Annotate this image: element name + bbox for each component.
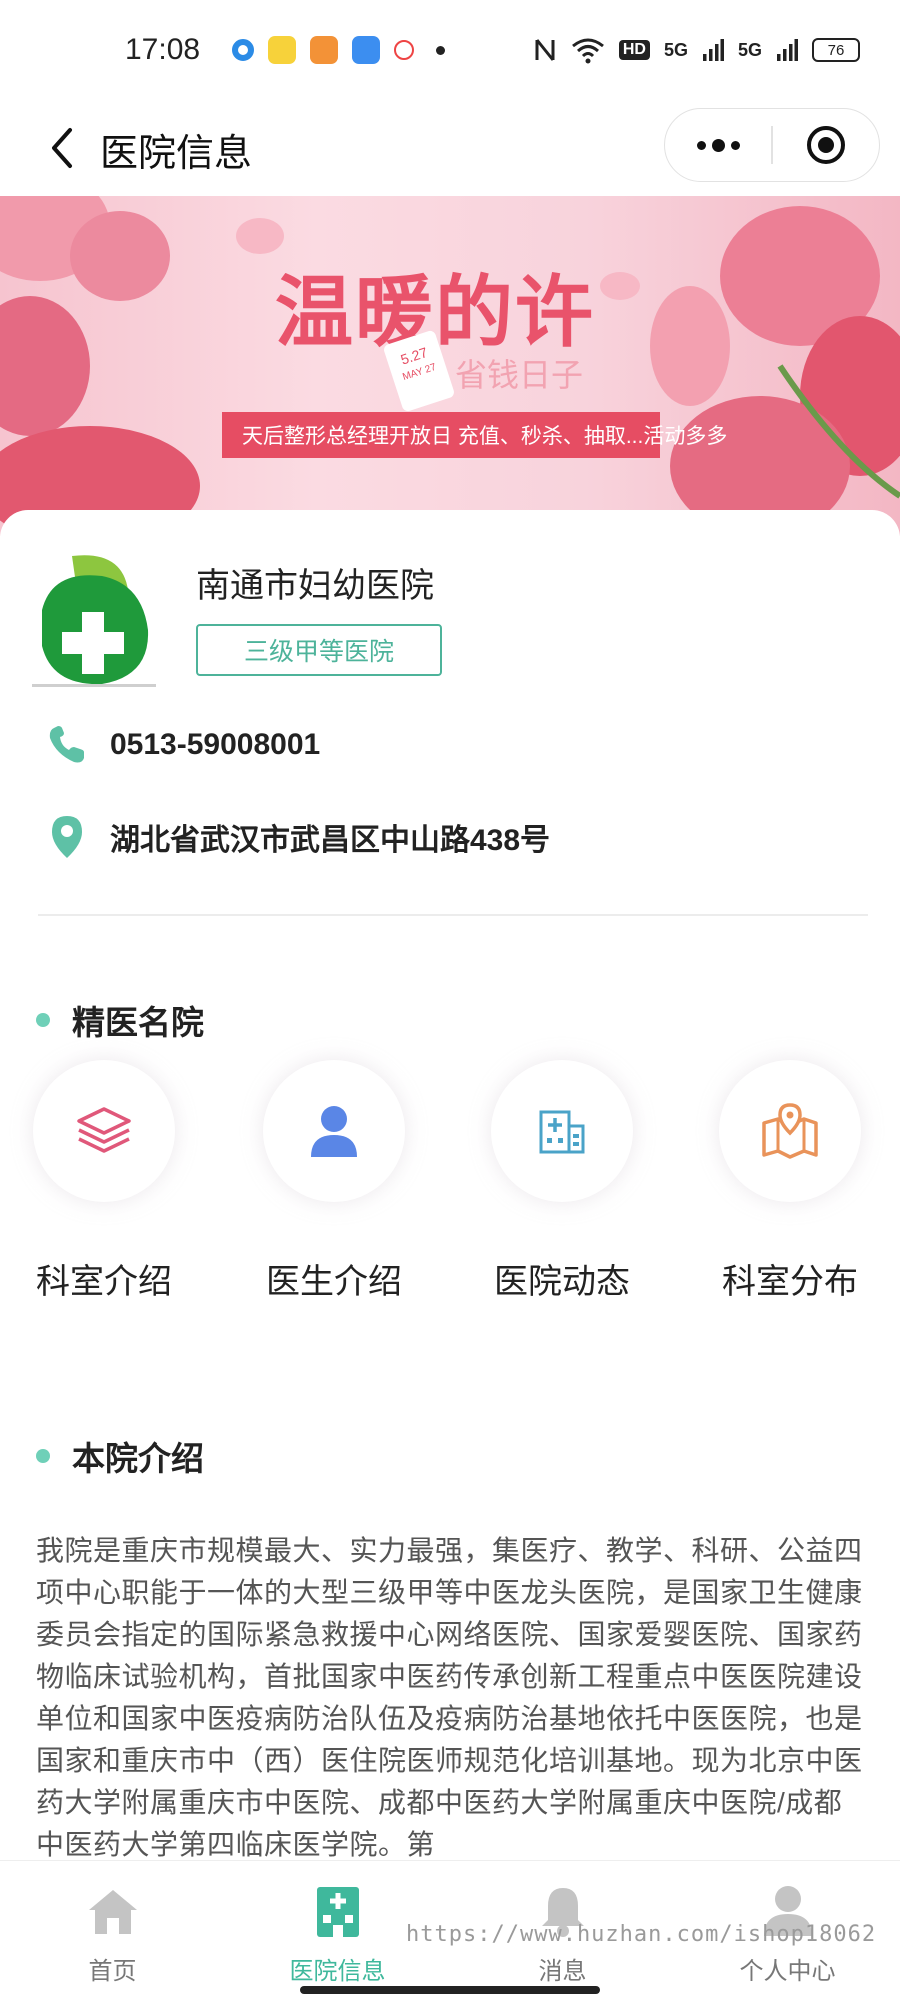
tab-home[interactable]: 首页 [0, 1861, 225, 2000]
back-button[interactable] [34, 120, 90, 176]
signal-5g-1: 5G [663, 39, 688, 60]
hospital-address: 湖北省武汉市武昌区中山路438号 [110, 824, 551, 857]
hospital-info-card: 南通市妇幼医院 三级甲等医院 0513-59008001 湖北省武汉市武昌区中山… [0, 510, 900, 1860]
watermark-text: https://www.huzhan.com/ishop18062 [406, 1922, 877, 1947]
tab-label: 消息 [538, 1958, 587, 1985]
feature-label: 医院动态 [494, 1263, 630, 1301]
battery-indicator: 76 [812, 38, 860, 62]
feature-department-intro[interactable]: 科室介绍 [14, 1060, 194, 1303]
chevron-left-icon [52, 128, 72, 168]
nfc-icon [535, 39, 555, 61]
target-circle-icon [806, 126, 845, 164]
map-pin-icon [762, 1103, 818, 1159]
banner-subline: 省钱日子 [455, 357, 584, 393]
mini-program-capsule [664, 108, 880, 182]
intro-section-header: 本院介绍 [36, 1432, 204, 1480]
navigation-bar: 医院信息 [0, 100, 900, 196]
signal-5g-2: 5G [737, 39, 762, 60]
location-pin-icon [42, 812, 92, 862]
banner-promo-strip: 天后整形总经理开放日 充值、秒杀、抽取...活动多多 [222, 412, 727, 458]
status-app-icons [232, 36, 415, 64]
feature-circle [719, 1060, 861, 1202]
feature-label: 科室分布 [722, 1263, 858, 1301]
tab-label: 个人中心 [739, 1958, 836, 1985]
feature-doctor-intro[interactable]: 医生介绍 [244, 1060, 424, 1303]
roses-decoration [0, 196, 900, 536]
info-divider [38, 914, 868, 916]
news-app-icon [268, 36, 297, 64]
hospital-intro-text: 我院是重庆市规模最大、实力最强，集医疗、教学、科研、公益四项中心职能于一体的大型… [36, 1535, 863, 1860]
more-button[interactable] [665, 109, 771, 181]
hospital-logo [32, 555, 156, 687]
address-row[interactable]: 湖北省武汉市武昌区中山路438号 [42, 812, 550, 862]
tab-label: 医院信息 [289, 1958, 386, 1985]
feature-circle [263, 1060, 405, 1202]
feature-hospital-news[interactable]: 医院动态 [472, 1060, 652, 1303]
layers-icon [77, 1107, 131, 1153]
more-dots-icon [696, 138, 740, 152]
feature-grid: 科室介绍 医生介绍 医院动态 科室分布 [0, 1060, 900, 1360]
blue-app-icon [352, 36, 381, 64]
promo-banner[interactable]: 温暖的许 省钱日子 5.27 MAY 27 天后整形总经理开放日 充值、秒杀、抽… [0, 196, 900, 536]
hd-badge: HD [618, 40, 650, 60]
hospital-building-icon [539, 1110, 585, 1154]
home-indicator[interactable] [300, 1986, 600, 1994]
person-icon [311, 1106, 357, 1157]
featured-section-title: 精医名院 [72, 1004, 204, 1041]
notification-dot [436, 45, 446, 55]
browser-app-icon [232, 39, 255, 61]
hospital-icon [308, 1881, 368, 1941]
feature-circle [491, 1060, 633, 1202]
phone-icon [42, 720, 92, 770]
feature-label: 医生介绍 [266, 1263, 402, 1301]
section-bullet [36, 1449, 50, 1463]
close-mini-program-button[interactable] [773, 109, 879, 181]
featured-section-header: 精医名院 [36, 996, 204, 1044]
status-indicators: HD 5G 5G 76 [533, 36, 860, 64]
phone-row[interactable]: 0513-59008001 [42, 720, 320, 770]
status-bar: 17:08 HD 5G 5G 76 [0, 0, 900, 100]
uc-browser-icon [310, 36, 339, 64]
section-bullet [36, 1013, 50, 1027]
intro-section-title: 本院介绍 [72, 1440, 204, 1477]
wifi-icon [571, 38, 604, 64]
signal-bars-icon-2 [777, 39, 798, 61]
hospital-name: 南通市妇幼医院 [196, 567, 434, 605]
phone-number: 0513-59008001 [110, 728, 321, 761]
tab-label: 首页 [88, 1958, 137, 1985]
feature-label: 科室介绍 [36, 1263, 172, 1301]
map-app-icon [394, 40, 415, 60]
signal-bars-icon-1 [702, 39, 724, 61]
home-icon [83, 1881, 143, 1941]
feature-department-map[interactable]: 科室分布 [700, 1060, 880, 1303]
hospital-level-badge: 三级甲等医院 [196, 624, 442, 676]
status-time: 17:08 [125, 33, 201, 66]
feature-circle [33, 1060, 175, 1202]
page-title: 医院信息 [100, 133, 253, 175]
